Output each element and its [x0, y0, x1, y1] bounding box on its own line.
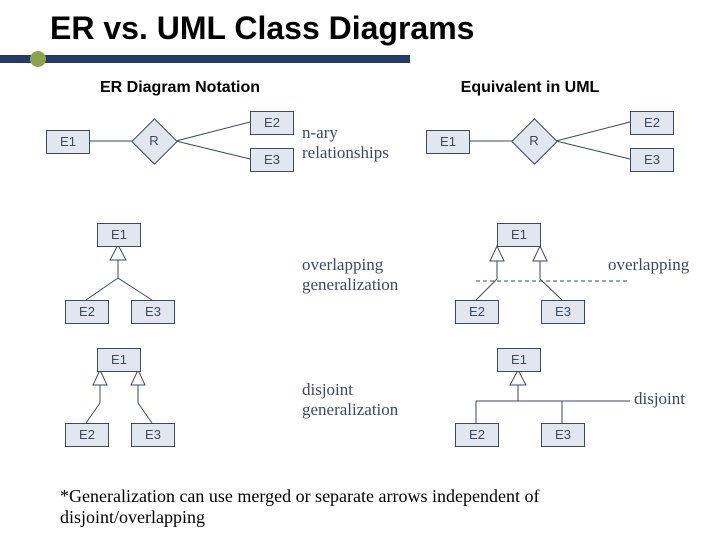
entity-box: E3: [250, 148, 294, 172]
entity-box: E2: [65, 300, 109, 324]
entity-box: E1: [497, 348, 541, 372]
title-underline: [0, 53, 720, 65]
entity-box: E2: [630, 111, 674, 135]
row-label: disjoint: [634, 389, 685, 409]
entity-box: E1: [497, 223, 541, 247]
row-label: overlapping: [608, 255, 689, 275]
entity-box: E1: [97, 223, 141, 247]
column-headers: ER Diagram Notation Equivalent in UML: [0, 79, 720, 97]
entity-box: E3: [131, 423, 175, 447]
footnote: *Generalization can use merged or separa…: [60, 486, 680, 528]
entity-box: E1: [97, 348, 141, 372]
relationship-diamond: R: [512, 119, 556, 163]
row-label: disjoint generalization: [302, 380, 398, 420]
page-title: ER vs. UML Class Diagrams: [50, 10, 720, 47]
row-label: overlapping generalization: [302, 255, 398, 295]
entity-box: E3: [131, 300, 175, 324]
col-header-uml: Equivalent in UML: [360, 79, 700, 97]
entity-box: E3: [541, 300, 585, 324]
entity-box: E3: [630, 148, 674, 172]
entity-box: E2: [455, 423, 499, 447]
relationship-diamond: R: [132, 119, 176, 163]
entity-box: E1: [46, 130, 90, 154]
col-header-er: ER Diagram Notation: [0, 79, 360, 97]
row-label: n-ary relationships: [302, 123, 389, 163]
entity-box: E2: [65, 423, 109, 447]
entity-box: E2: [455, 300, 499, 324]
entity-box: E3: [541, 423, 585, 447]
diagram-stage: E1 R E2 E3 n-ary relationships E1 R E2 E…: [0, 105, 720, 465]
entity-box: E1: [426, 130, 470, 154]
entity-box: E2: [250, 111, 294, 135]
